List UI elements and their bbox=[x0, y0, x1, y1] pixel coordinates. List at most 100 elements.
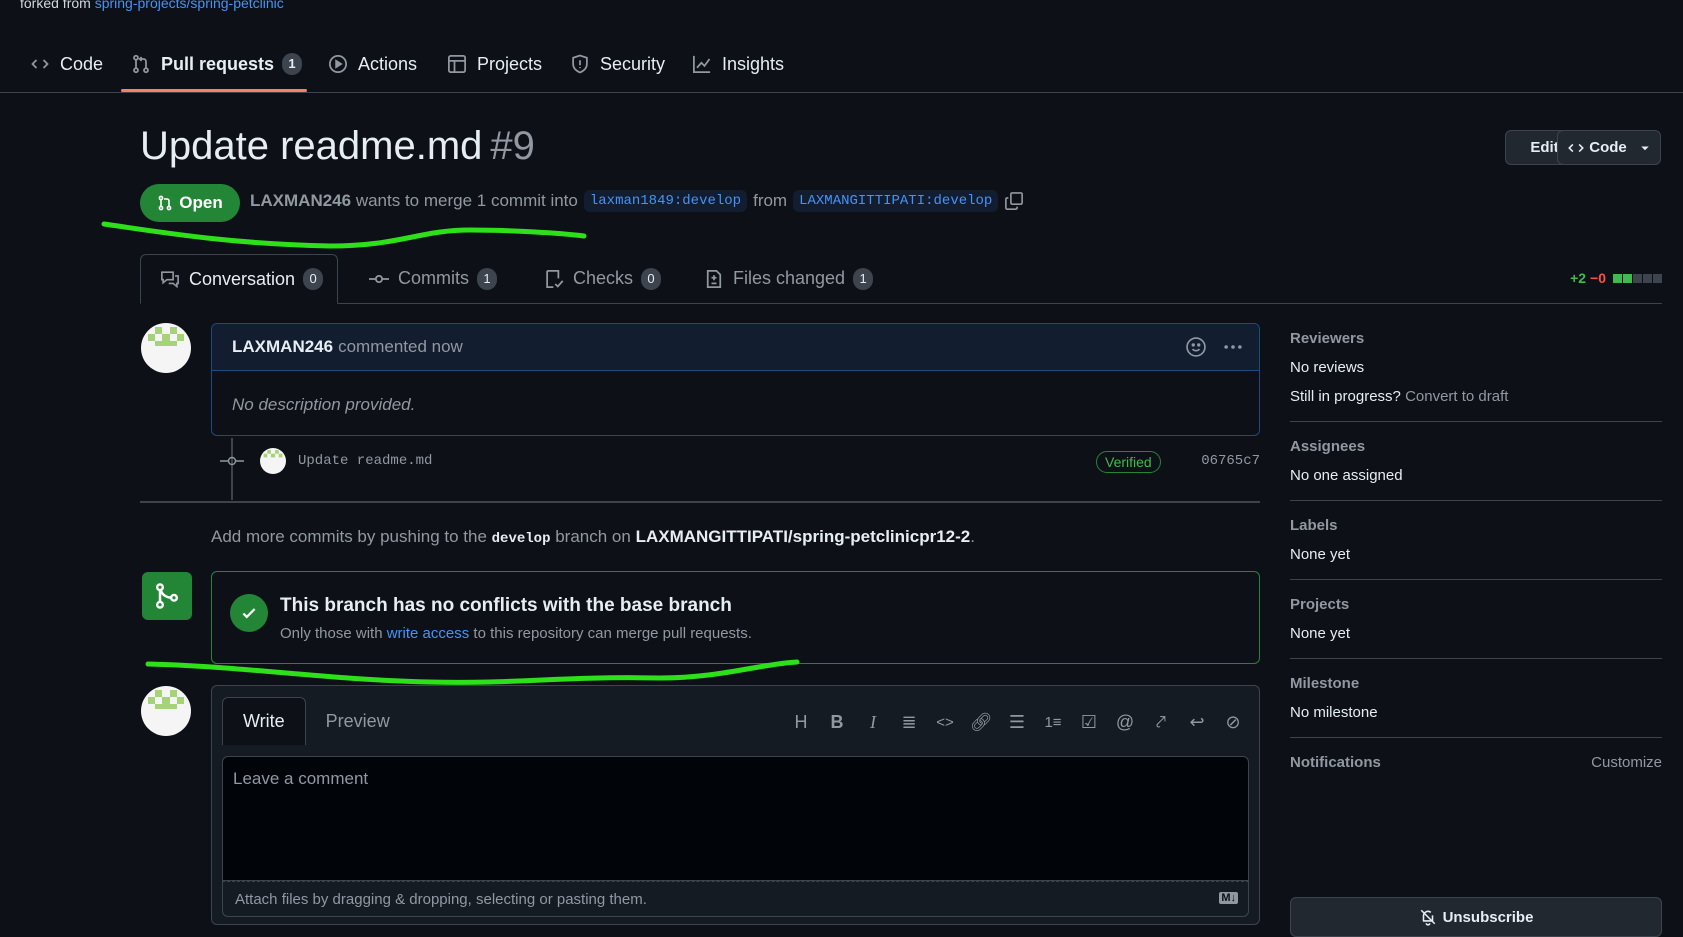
sidebar-notifications: Notifications Customize bbox=[1290, 754, 1662, 771]
pull-request-icon bbox=[158, 195, 172, 211]
smiley-icon[interactable] bbox=[1185, 336, 1207, 358]
push-note-suffix: . bbox=[970, 527, 975, 546]
nav-code[interactable]: Code bbox=[30, 36, 103, 92]
attach-files-area[interactable]: Attach files by dragging & dropping, sel… bbox=[222, 881, 1249, 917]
reviewers-value: No reviews bbox=[1290, 359, 1365, 376]
milestone-heading[interactable]: Milestone bbox=[1290, 675, 1662, 692]
labels-heading[interactable]: Labels bbox=[1290, 517, 1662, 534]
diffstat-block-added bbox=[1613, 273, 1622, 283]
tab-conversation-label: Conversation bbox=[189, 268, 296, 289]
identicon-icon bbox=[263, 450, 283, 458]
code-icon[interactable]: <> bbox=[927, 710, 963, 734]
pr-number: #9 bbox=[490, 124, 535, 168]
tab-checks[interactable]: Checks 0 bbox=[544, 254, 662, 303]
verified-badge[interactable]: Verified bbox=[1096, 451, 1161, 473]
task-list-icon[interactable]: ☑ bbox=[1071, 710, 1107, 734]
write-access-link[interactable]: write access bbox=[387, 625, 470, 642]
push-note-prefix: Add more commits by pushing to the bbox=[211, 527, 487, 546]
cross-reference-icon[interactable]: ⤤ bbox=[1143, 710, 1179, 734]
comment-textarea[interactable]: Leave a comment bbox=[222, 756, 1249, 881]
tab-preview[interactable]: Preview bbox=[306, 697, 410, 745]
mention-icon[interactable]: @ bbox=[1107, 710, 1143, 734]
head-branch[interactable]: LAXMANGITTIPATI:develop bbox=[793, 190, 999, 212]
attach-text: Attach files by dragging & dropping, sel… bbox=[235, 891, 647, 908]
tab-checks-label: Checks bbox=[573, 268, 634, 288]
slash-command-icon[interactable]: ⊘ bbox=[1215, 710, 1251, 734]
active-tab-underline bbox=[121, 89, 307, 92]
identicon-icon bbox=[148, 690, 184, 709]
markdown-icon: M↓ bbox=[1219, 892, 1238, 904]
pr-tabs: Conversation 0 Commits 1 Checks 0 Files … bbox=[140, 254, 1662, 304]
quote-icon[interactable]: ≣ bbox=[891, 710, 927, 734]
code-dropdown-button[interactable]: Code bbox=[1557, 130, 1661, 165]
nav-actions-label: Actions bbox=[358, 53, 418, 74]
tab-commits[interactable]: Commits 1 bbox=[369, 254, 497, 303]
comment-action: commented now bbox=[338, 337, 463, 356]
italic-icon[interactable]: I bbox=[855, 710, 891, 734]
commit-sha[interactable]: 06765c7 bbox=[1201, 453, 1260, 469]
nav-pull-requests[interactable]: Pull requests 1 bbox=[131, 36, 303, 92]
diffstat-block-added bbox=[1623, 273, 1632, 283]
ordered-list-icon[interactable]: 1≡ bbox=[1035, 710, 1071, 734]
annotation-underline-top bbox=[101, 221, 587, 249]
git-merge-icon bbox=[155, 583, 179, 609]
bold-icon[interactable]: B bbox=[819, 710, 855, 734]
file-diff-icon bbox=[706, 269, 722, 288]
nav-actions[interactable]: Actions bbox=[328, 36, 417, 92]
page-title: Update readme.md #9 bbox=[140, 124, 535, 169]
commit-message[interactable]: Update readme.md bbox=[298, 453, 432, 469]
nav-security[interactable]: Security bbox=[570, 36, 665, 92]
merge-text: wants to merge 1 commit into bbox=[355, 191, 578, 210]
reply-icon[interactable]: ↩ bbox=[1179, 710, 1215, 734]
tab-commits-count: 1 bbox=[477, 267, 497, 290]
tab-files-changed-label: Files changed bbox=[733, 268, 846, 288]
tab-conversation-count: 0 bbox=[303, 268, 324, 290]
heading-icon[interactable]: H bbox=[783, 710, 819, 734]
checklist-icon bbox=[546, 269, 564, 288]
check-icon bbox=[242, 608, 256, 619]
annotation-underline-bottom bbox=[145, 659, 800, 685]
diffstat: +2 −0 bbox=[1570, 270, 1662, 286]
avatar[interactable] bbox=[141, 323, 191, 373]
milestone-value: No milestone bbox=[1290, 704, 1378, 721]
comment-actions bbox=[1185, 336, 1245, 358]
push-note-repo[interactable]: LAXMANGITTIPATI/spring-petclinicpr12-2 bbox=[636, 527, 971, 546]
identicon-icon bbox=[148, 327, 184, 346]
unordered-list-icon[interactable]: ☰ bbox=[999, 710, 1035, 734]
nav-code-label: Code bbox=[60, 53, 104, 74]
reviewers-heading[interactable]: Reviewers bbox=[1290, 330, 1662, 347]
tab-write[interactable]: Write bbox=[222, 697, 306, 745]
commit-avatar[interactable] bbox=[260, 448, 286, 474]
avatar[interactable] bbox=[141, 686, 191, 736]
forked-from: forked from spring-projects/spring-petcl… bbox=[20, 0, 284, 11]
projects-heading[interactable]: Projects bbox=[1290, 596, 1662, 613]
link-icon[interactable]: 🔗︎ bbox=[963, 710, 999, 734]
nav-projects[interactable]: Projects bbox=[447, 36, 542, 92]
tab-conversation[interactable]: Conversation 0 bbox=[140, 254, 339, 304]
sidebar-milestone: Milestone No milestone bbox=[1290, 675, 1662, 738]
diffstat-block-neutral bbox=[1653, 273, 1662, 283]
convert-to-draft-link[interactable]: Convert to draft bbox=[1405, 388, 1508, 405]
merge-status-desc: Only those with write access to this rep… bbox=[280, 625, 752, 642]
git-commit-icon bbox=[369, 274, 389, 283]
nav-insights[interactable]: Insights bbox=[692, 36, 784, 92]
tab-files-changed-count: 1 bbox=[853, 267, 874, 290]
pr-author-link[interactable]: LAXMAN246 bbox=[250, 191, 351, 211]
copy-icon[interactable] bbox=[1004, 191, 1024, 211]
tab-files-changed[interactable]: Files changed 1 bbox=[704, 254, 874, 303]
forked-prefix: forked from bbox=[20, 0, 91, 11]
repo-nav: Code Pull requests 1 Actions Projects Se… bbox=[0, 36, 1683, 93]
unsubscribe-button[interactable]: Unsubscribe bbox=[1290, 897, 1662, 937]
timeline-divider bbox=[140, 501, 1260, 503]
base-branch[interactable]: laxman1849:develop bbox=[583, 190, 748, 212]
graph-icon bbox=[693, 55, 711, 73]
comment-author[interactable]: LAXMAN246 bbox=[232, 337, 333, 357]
labels-value: None yet bbox=[1290, 546, 1351, 563]
kebab-horizontal-icon[interactable] bbox=[1221, 336, 1245, 358]
commit-row: Update readme.md Verified 06765c7 bbox=[220, 446, 1260, 476]
forked-repo-link[interactable]: spring-projects/spring-petclinic bbox=[95, 0, 284, 11]
nav-security-label: Security bbox=[600, 53, 666, 74]
assignees-heading[interactable]: Assignees bbox=[1290, 438, 1662, 455]
customize-link[interactable]: Customize bbox=[1591, 754, 1662, 771]
projects-value: None yet bbox=[1290, 625, 1351, 642]
